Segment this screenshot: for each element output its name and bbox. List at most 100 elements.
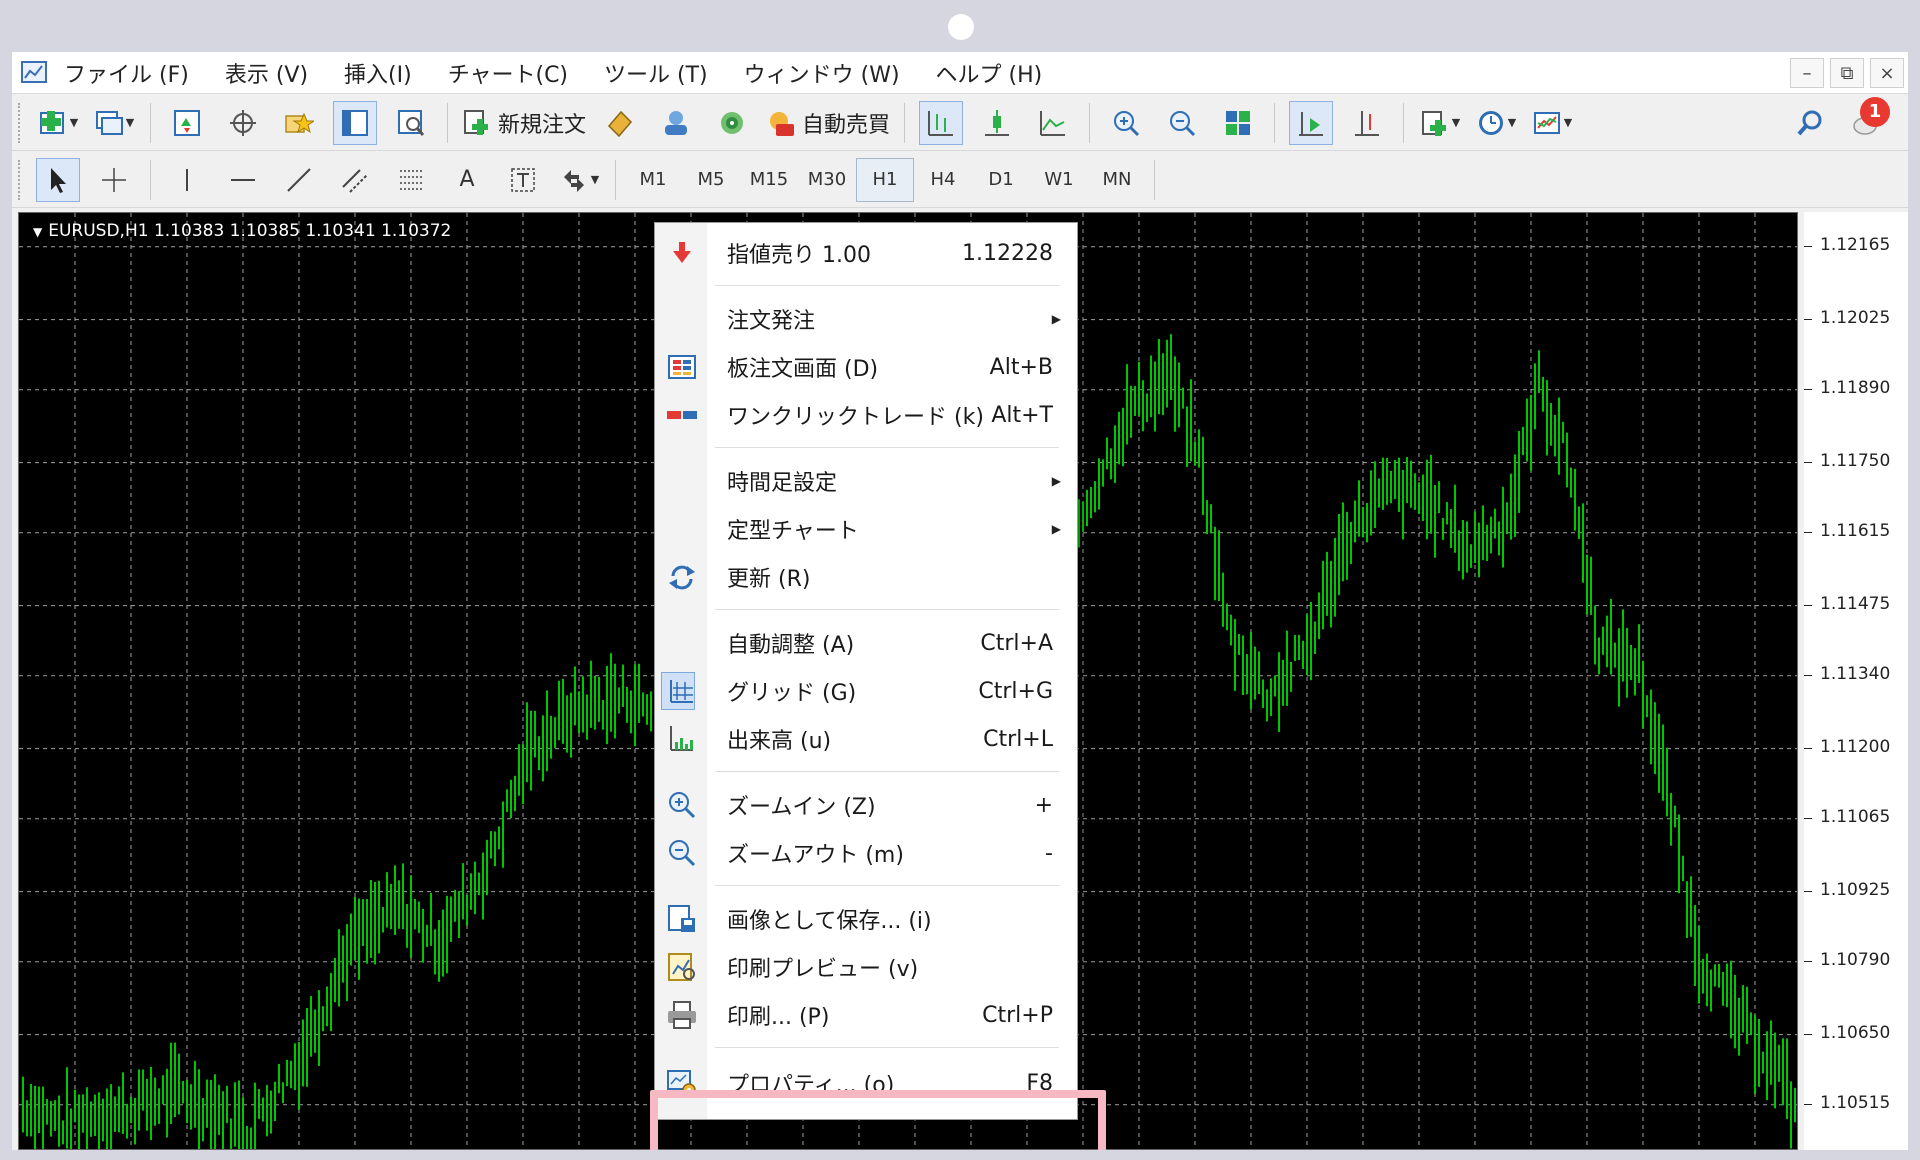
strategy-tester-icon xyxy=(398,109,425,136)
data-window-button[interactable] xyxy=(221,101,265,145)
chart-shift-icon xyxy=(1355,110,1380,136)
clock-icon xyxy=(1478,110,1503,135)
chart-header: ▼ EURUSD,H1 1.10383 1.10385 1.10341 1.103… xyxy=(33,221,451,241)
indicators-icon xyxy=(1421,110,1446,136)
vertical-line-button[interactable] xyxy=(165,158,209,202)
navigator-button[interactable] xyxy=(277,101,321,145)
text-label-icon xyxy=(511,167,535,192)
toolbar-grip[interactable] xyxy=(18,159,24,200)
menu-item-place-order[interactable]: 注文発注 ▶ xyxy=(655,297,1077,341)
periods-button[interactable]: ▼ xyxy=(1474,101,1518,145)
menu-insert[interactable]: 挿入(I) xyxy=(344,57,412,89)
timeframe-w1[interactable]: W1 xyxy=(1030,158,1088,202)
cursor-tool-button[interactable] xyxy=(36,157,80,202)
metaeditor-button[interactable] xyxy=(598,101,642,145)
terminal-icon xyxy=(342,109,368,136)
search-icon xyxy=(1797,110,1822,135)
text-label-button[interactable] xyxy=(501,158,545,202)
toolbar-grip[interactable] xyxy=(18,102,24,143)
menu-view[interactable]: 表示 (V) xyxy=(225,57,308,89)
menu-window[interactable]: ウィンドウ (W) xyxy=(744,57,900,89)
menu-item-refresh[interactable]: 更新 (R) xyxy=(655,555,1077,599)
price-tick-mark xyxy=(1804,747,1812,749)
menu-tools[interactable]: ツール (T) xyxy=(604,57,708,89)
zoom-in-button[interactable] xyxy=(1104,101,1148,145)
timeframe-h1[interactable]: H1 xyxy=(856,157,914,202)
profiles-button[interactable]: ▼ xyxy=(92,101,136,145)
menu-item-timeframes[interactable]: 時間足設定 ▶ xyxy=(655,459,1077,503)
timeframe-h4[interactable]: H4 xyxy=(914,158,972,202)
menu-item-save-as-picture[interactable]: 画像として保存... (i) xyxy=(655,897,1077,941)
signals-button[interactable] xyxy=(710,101,754,145)
terminal-button[interactable] xyxy=(333,100,377,145)
menu-item-print[interactable]: 印刷... (P) Ctrl+P xyxy=(655,993,1077,1037)
price-tick-mark xyxy=(1804,245,1812,247)
trendline-button[interactable] xyxy=(277,158,321,202)
menu-item-templates[interactable]: 定型チャート ▶ xyxy=(655,507,1077,551)
menu-item-auto-scroll[interactable]: 自動調整 (A) Ctrl+A xyxy=(655,621,1077,665)
fibonacci-button[interactable] xyxy=(389,158,433,202)
trendline-icon xyxy=(287,167,311,192)
candlestick-button[interactable] xyxy=(975,101,1019,145)
print-preview-icon xyxy=(668,953,695,981)
chart-shift-button[interactable] xyxy=(1345,101,1389,145)
equidistant-channel-button[interactable] xyxy=(333,158,377,202)
price-tick-mark xyxy=(1804,318,1812,320)
indicators-button[interactable]: ▼ xyxy=(1418,101,1462,145)
horizontal-line-button[interactable] xyxy=(221,158,265,202)
menu-item-one-click-trading[interactable]: ワンクリックトレード (k) Alt+T xyxy=(655,393,1077,437)
market-watch-button[interactable] xyxy=(165,101,209,145)
bar-chart-button[interactable] xyxy=(919,100,964,145)
timeframe-m1[interactable]: M1 xyxy=(624,158,682,202)
minimize-button[interactable]: – xyxy=(1790,58,1824,88)
close-button[interactable]: × xyxy=(1870,58,1904,88)
text-tool-button[interactable]: A xyxy=(445,158,489,202)
new-chart-button[interactable]: ▼ xyxy=(36,101,80,145)
price-tick-mark xyxy=(1804,890,1812,892)
tile-windows-icon xyxy=(1226,110,1251,135)
menu-file[interactable]: ファイル (F) xyxy=(64,57,189,89)
line-chart-button[interactable] xyxy=(1031,101,1075,145)
menu-item-zoom-out[interactable]: ズームアウト (m) - xyxy=(655,831,1077,875)
timeframe-mn[interactable]: MN xyxy=(1088,158,1146,202)
notifications-button[interactable]: 1 xyxy=(1844,96,1890,145)
menu-chart[interactable]: チャート(C) xyxy=(448,57,568,89)
zoom-out-button[interactable] xyxy=(1160,101,1204,145)
timeframe-m30[interactable]: M30 xyxy=(798,158,856,202)
text-tool-glyph: A xyxy=(459,167,475,192)
device-frame: ファイル (F) 表示 (V) 挿入(I) チャート(C) ツール (T) ウィ… xyxy=(0,0,1920,1160)
price-tick-label: 1.11750 xyxy=(1820,450,1891,471)
templates-button[interactable]: ▼ xyxy=(1530,101,1574,145)
arrows-button[interactable]: ▼ xyxy=(557,158,601,202)
strategy-tester-button[interactable] xyxy=(389,101,433,145)
auto-scroll-button[interactable] xyxy=(1289,100,1334,145)
new-order-button[interactable]: 新規注文 xyxy=(462,101,586,145)
channel-icon xyxy=(342,168,368,193)
zoom-in-icon xyxy=(1114,110,1140,136)
crosshair-tool-button[interactable] xyxy=(92,158,136,202)
tile-windows-button[interactable] xyxy=(1216,101,1260,145)
window-controls: – ⧉ × xyxy=(1790,58,1904,88)
restore-button[interactable]: ⧉ xyxy=(1830,58,1864,88)
menu-help[interactable]: ヘルプ (H) xyxy=(936,57,1043,89)
timeframe-m5[interactable]: M5 xyxy=(682,158,740,202)
menu-item-grid[interactable]: グリッド (G) Ctrl+G xyxy=(655,669,1077,713)
chart-collapse-icon[interactable]: ▼ xyxy=(33,225,42,239)
auto-trading-label: 自動売買 xyxy=(802,112,891,138)
menu-item-sell-limit[interactable]: 指値売り 1.00 1.12228 xyxy=(655,231,1077,275)
price-tick-label: 1.11065 xyxy=(1820,806,1891,827)
crosshair-icon xyxy=(102,167,126,192)
price-tick-label: 1.10650 xyxy=(1820,1022,1891,1043)
accounts-button[interactable] xyxy=(654,101,698,145)
auto-trading-button[interactable]: 自動売買 xyxy=(766,101,890,145)
submenu-arrow-icon: ▶ xyxy=(1051,522,1061,536)
timeframe-d1[interactable]: D1 xyxy=(972,158,1030,202)
zoom-in-icon xyxy=(669,792,696,819)
menu-item-zoom-in[interactable]: ズームイン (Z) + xyxy=(655,783,1077,827)
navigator-star-icon xyxy=(285,112,314,133)
search-button[interactable] xyxy=(1788,101,1832,145)
timeframe-m15[interactable]: M15 xyxy=(740,158,798,202)
menu-item-depth-of-market[interactable]: 板注文画面 (D) Alt+B xyxy=(655,345,1077,389)
menu-item-print-preview[interactable]: 印刷プレビュー (v) xyxy=(655,945,1077,989)
menu-item-volumes[interactable]: 出来高 (u) Ctrl+L xyxy=(655,717,1077,761)
